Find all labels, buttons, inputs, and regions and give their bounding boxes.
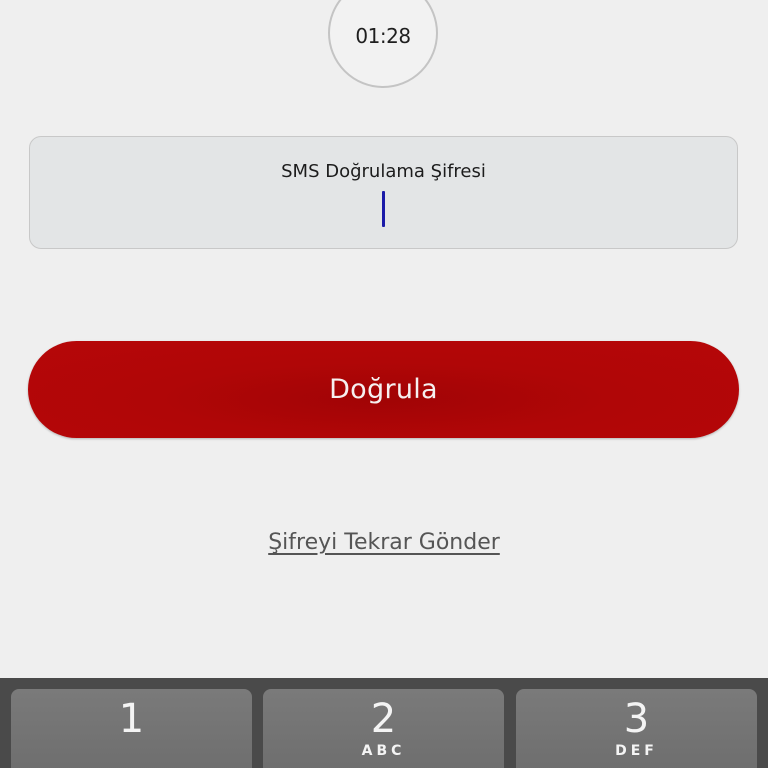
verify-button[interactable]: Doğrula (28, 341, 739, 438)
key-digit: 3 (623, 696, 650, 742)
countdown-timer: 01:28 (328, 0, 438, 88)
key-letters: DEF (615, 743, 658, 759)
sms-code-input[interactable]: SMS Doğrulama Şifresi (29, 136, 738, 249)
key-3[interactable]: 3 DEF (516, 689, 757, 768)
key-digit: 1 (118, 696, 145, 742)
text-caret (382, 191, 385, 227)
key-digit: 2 (370, 696, 397, 742)
timer-text: 01:28 (355, 24, 411, 48)
key-1[interactable]: 1 (11, 689, 252, 768)
numeric-keyboard: 1 2 ABC 3 DEF (0, 678, 768, 768)
key-2[interactable]: 2 ABC (263, 689, 504, 768)
verify-button-label: Doğrula (329, 374, 438, 405)
resend-code-link[interactable]: Şifreyi Tekrar Gönder (0, 530, 768, 555)
key-letters: ABC (361, 743, 406, 759)
sms-code-label: SMS Doğrulama Şifresi (281, 161, 486, 182)
sms-verification-screen: 01:28 SMS Doğrulama Şifresi Doğrula Şifr… (0, 0, 768, 768)
